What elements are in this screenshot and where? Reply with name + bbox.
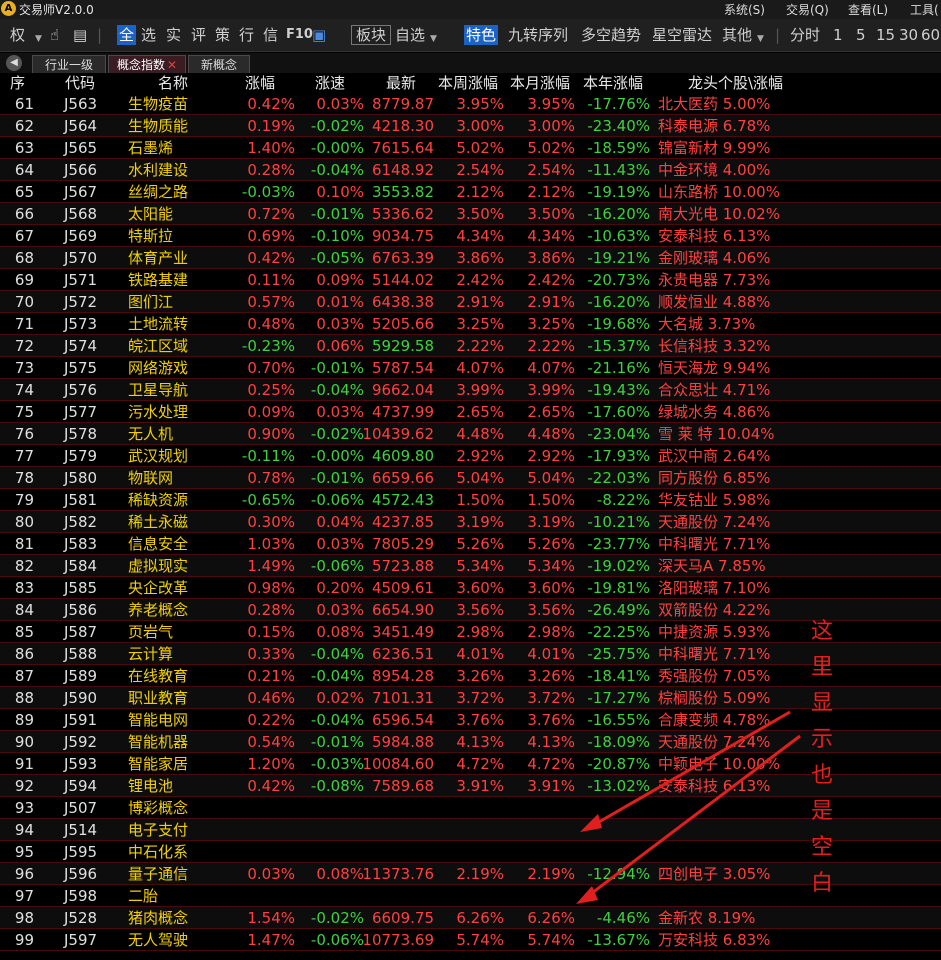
annotation-arrow bbox=[591, 710, 791, 828]
annotation-arrows bbox=[576, 710, 801, 904]
arrow-head-icon bbox=[576, 886, 598, 904]
annotation-arrow bbox=[587, 734, 801, 898]
arrow-head-icon bbox=[580, 814, 602, 832]
